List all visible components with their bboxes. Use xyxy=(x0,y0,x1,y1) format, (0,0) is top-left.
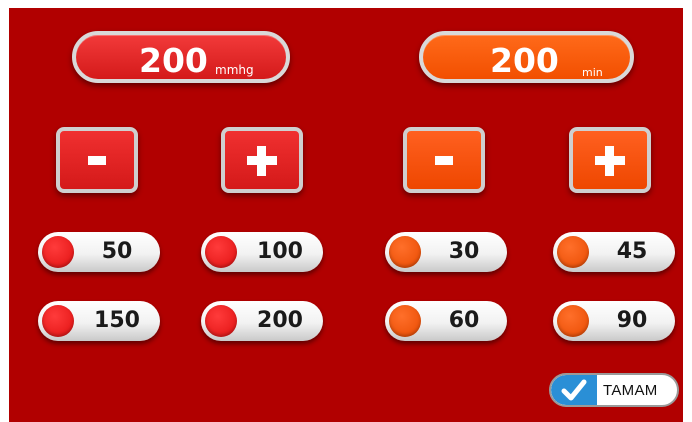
radio-dot-icon xyxy=(205,236,237,268)
pressure-increase-button[interactable] xyxy=(221,127,303,193)
time-preset-button[interactable]: 60 xyxy=(385,301,507,341)
preset-label: 90 xyxy=(616,308,648,333)
preset-label: 50 xyxy=(101,239,133,264)
pressure-unit: mmhg xyxy=(215,63,254,77)
radio-dot-icon xyxy=(557,305,589,337)
time-display: 200 min xyxy=(419,31,634,83)
preset-label: 200 xyxy=(257,308,303,333)
time-preset-button[interactable]: 45 xyxy=(553,232,675,272)
preset-label: 100 xyxy=(257,239,303,264)
time-value: 200 xyxy=(490,41,559,80)
preset-label: 45 xyxy=(616,239,648,264)
preset-label: 60 xyxy=(448,308,480,333)
control-panel: 200 mmhg 200 min 50 100 150 200 30 45 60… xyxy=(9,8,683,422)
preset-label: 30 xyxy=(448,239,480,264)
radio-dot-icon xyxy=(42,236,74,268)
radio-dot-icon xyxy=(205,305,237,337)
checkmark-icon xyxy=(551,375,597,405)
pressure-preset-button[interactable]: 100 xyxy=(201,232,323,272)
time-decrease-button[interactable] xyxy=(403,127,485,193)
radio-dot-icon xyxy=(557,236,589,268)
radio-dot-icon xyxy=(389,305,421,337)
pressure-display: 200 mmhg xyxy=(72,31,290,83)
radio-dot-icon xyxy=(42,305,74,337)
confirm-label: TAMAM xyxy=(603,382,658,399)
preset-label: 150 xyxy=(94,308,140,333)
time-preset-button[interactable]: 90 xyxy=(553,301,675,341)
pressure-decrease-button[interactable] xyxy=(56,127,138,193)
time-preset-button[interactable]: 30 xyxy=(385,232,507,272)
radio-dot-icon xyxy=(389,236,421,268)
time-unit: min xyxy=(582,66,603,79)
minus-icon xyxy=(88,156,106,165)
pressure-preset-button[interactable]: 200 xyxy=(201,301,323,341)
pressure-value: 200 xyxy=(139,41,208,80)
time-increase-button[interactable] xyxy=(569,127,651,193)
minus-icon xyxy=(435,156,453,165)
pressure-preset-button[interactable]: 150 xyxy=(38,301,160,341)
confirm-button[interactable]: TAMAM xyxy=(549,373,679,407)
pressure-preset-button[interactable]: 50 xyxy=(38,232,160,272)
